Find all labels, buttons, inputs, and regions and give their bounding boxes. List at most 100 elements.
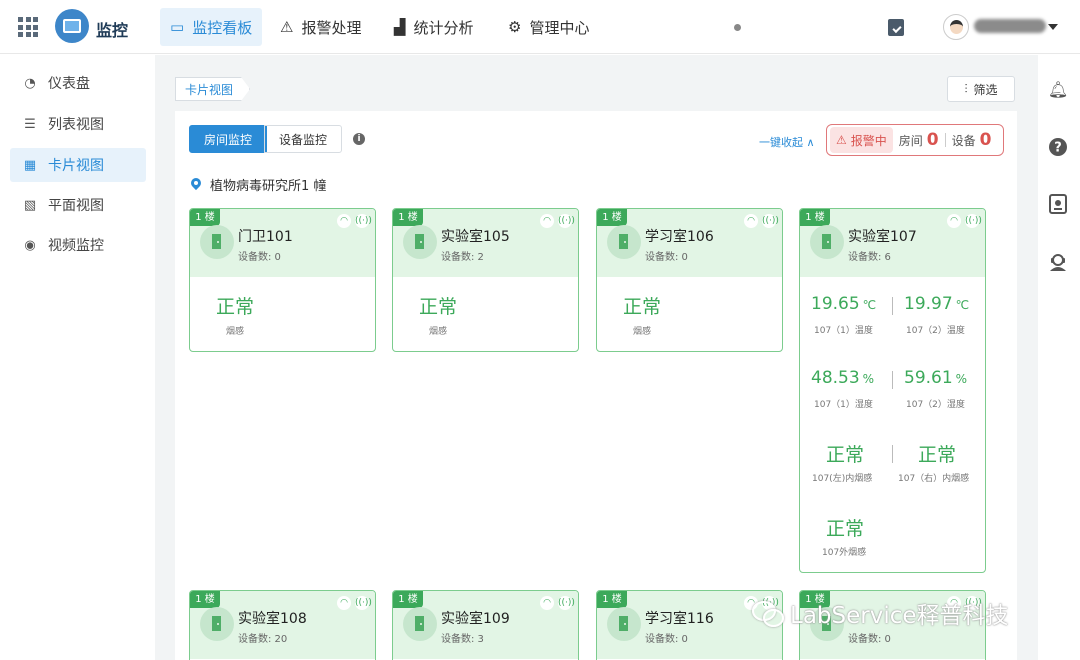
sensor-label: 107（1）温度 [814,326,873,336]
sliders-icon: ⫶ [964,81,968,96]
wifi-icon: ◠ [540,596,554,610]
bar-chart-icon: ▟ [394,18,406,36]
temperature-reading: 19.65 ℃ [811,294,877,314]
wifi-icon: ◠ [540,214,554,228]
tab-device-monitor[interactable]: 设备监控 [264,125,343,153]
separator-dot [734,24,741,31]
device-count: 设备数: 0 [848,634,891,645]
alarm-icon: ⚠ [280,18,294,36]
door-icon [607,607,641,641]
wifi-icon: ◠ [947,214,961,228]
sidebar-item-floor-view[interactable]: ▧ 平面视图 [10,188,146,222]
floor-tag: 1 楼 [190,591,220,608]
clipboard-check-icon[interactable] [888,19,904,36]
main-content: 卡片视图 ⫶ 筛选 房间监控 设备监控 i 一键收起 ∧ ⚠ 报警中 房间 0 设备… [155,55,1038,660]
wifi-icon: ◠ [744,214,758,228]
filter-button[interactable]: ⫶ 筛选 [947,76,1015,102]
room-name: 学习室116 [645,611,714,627]
sensor-label: 烟感 [226,327,245,337]
sensor-label: 烟感 [429,327,448,337]
sensor-label: 107（2）温度 [906,326,965,336]
nav-alarm[interactable]: ⚠ 报警处理 [270,8,371,46]
divider [944,133,946,147]
signal-icon: ((·)) [762,214,779,228]
nav-statistics[interactable]: ▟ 统计分析 [384,8,484,46]
camera-icon: ◉ [24,237,36,253]
divider [892,297,893,315]
sidebar-item-video[interactable]: ◉ 视频监控 [10,228,146,262]
sensor-label: 107（右）内烟感 [898,474,970,484]
sidebar-item-card-view[interactable]: ▦ 卡片视图 [10,148,146,182]
nav-dashboard[interactable]: ▭ 监控看板 [160,8,263,46]
wifi-icon: ◠ [337,596,351,610]
device-panel-icon[interactable] [1048,194,1068,214]
door-icon [200,607,234,641]
app-grid-icon[interactable] [18,17,38,37]
room-name: 学习室106 [645,229,714,245]
building-title: 植物病毒研究所1 幢 [191,175,326,194]
tab-room-monitor[interactable]: 房间监控 [189,125,268,153]
list-icon: ☰ [24,116,36,132]
chevron-down-icon[interactable] [1048,24,1058,30]
signal-icon: ((·)) [965,214,982,228]
svg-text:?: ? [1054,141,1062,156]
room-card[interactable]: 1 楼 ◠ ((·)) 实验室109 设备数: 3 [392,590,579,660]
signal-icon: ((·)) [355,214,372,228]
floor-tag: 1 楼 [800,209,830,226]
device-count: 设备数: 0 [238,252,281,263]
room-name: 实验室107 [848,229,917,245]
floor-tag: 1 楼 [190,209,220,226]
room-panel: 房间监控 设备监控 i 一键收起 ∧ ⚠ 报警中 房间 0 设备 0 植物病毒研究… [175,111,1017,660]
help-icon[interactable]: ? [1048,137,1068,157]
humidity-reading: 59.61% [904,368,968,388]
sensor-label: 107（1）湿度 [814,400,873,410]
alarm-light-icon: ⚠ [836,133,847,147]
room-card[interactable]: 1 楼 ◠ ((·)) 实验室105 设备数: 2 正常 烟感 [392,208,579,352]
sensor-status: 正常 [419,296,458,318]
room-card[interactable]: 1 楼 ◠ ((·)) 门卫101 设备数: 0 正常 烟感 [189,208,376,352]
sidebar-item-dashboard[interactable]: ◔ 仪表盘 [10,66,146,100]
smoke-status: 正常 [826,444,865,466]
collapse-all-link[interactable]: 一键收起 ∧ [759,134,815,150]
room-card[interactable]: 1 楼 ◠ ((·)) 实验室107 设备数: 6 19.65 ℃ 107（1）温… [799,208,986,573]
device-count: 设备数: 20 [238,634,288,645]
temperature-reading: 19.97 ℃ [904,294,970,314]
username-redacted[interactable] [974,19,1046,33]
info-icon[interactable]: i [353,133,365,145]
nav-management[interactable]: ⚙ 管理中心 [498,8,599,46]
divider [892,445,893,463]
floor-tag: 1 楼 [393,209,423,226]
device-alarm-count: 0 [979,130,992,150]
signal-icon: ((·)) [558,596,575,610]
room-name: 实验室108 [238,611,307,627]
avatar[interactable] [943,14,969,40]
room-name: 门卫101 [238,229,293,245]
location-pin-icon [191,178,201,191]
floor-tag: 1 楼 [597,209,627,226]
support-agent-icon[interactable] [1048,252,1068,272]
device-count: 设备数: 2 [441,252,484,263]
door-icon [200,225,234,259]
alarm-summary[interactable]: ⚠ 报警中 房间 0 设备 0 [826,124,1004,156]
device-label: 设备 [951,133,976,148]
logo-icon [55,9,89,43]
floor-tag: 1 楼 [597,591,627,608]
signal-icon: ((·)) [558,214,575,228]
wechat-icon [752,601,784,627]
bell-icon[interactable]: 🔔︎ [1048,79,1068,99]
room-card[interactable]: 1 楼 ◠ ((·)) 实验室108 设备数: 20 [189,590,376,660]
room-card[interactable]: 1 楼 ◠ ((·)) 学习室106 设备数: 0 正常 烟感 [596,208,783,352]
brand-title: 监控 [96,21,129,40]
door-icon [810,225,844,259]
sidebar: ◔ 仪表盘 ☰ 列表视图 ▦ 卡片视图 ▧ 平面视图 ◉ 视频监控 [0,55,155,660]
breadcrumb-tab[interactable]: 卡片视图 [175,77,251,101]
smoke-status: 正常 [918,444,957,466]
floorplan-icon: ▧ [23,197,37,213]
top-bar: 监控 ▭ 监控看板 ⚠ 报警处理 ▟ 统计分析 ⚙ 管理中心 [0,0,1080,54]
room-name: 实验室105 [441,229,510,245]
dashboard-icon: ▭ [170,18,185,36]
sensor-label: 烟感 [633,327,652,337]
sidebar-item-list-view[interactable]: ☰ 列表视图 [10,107,146,141]
alarm-badge: ⚠ 报警中 [830,127,893,153]
sensor-label: 107（2）湿度 [906,400,965,410]
